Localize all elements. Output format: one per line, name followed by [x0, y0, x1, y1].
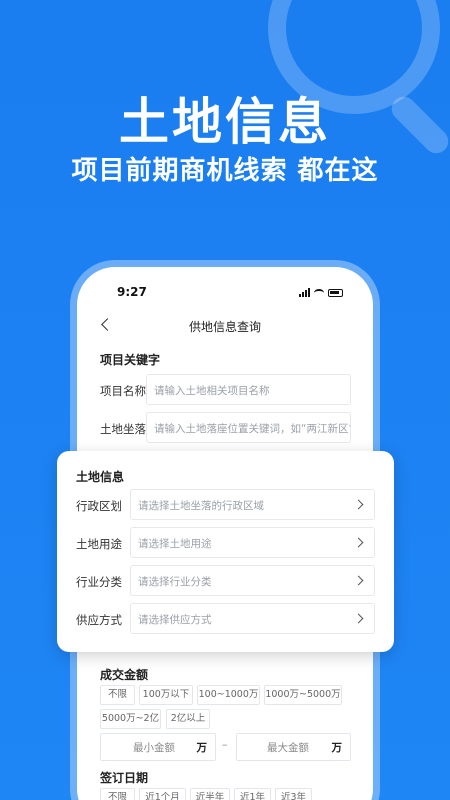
sign-date-title: 签订日期 [100, 771, 149, 785]
status-bar: 9:27 [77, 285, 373, 301]
admin-region-placeholder: 请选择土地坐落的行政区域 [138, 500, 264, 512]
max-amount-placeholder: 最大金额 [267, 742, 309, 754]
chevron-right-icon [353, 499, 364, 510]
banner-headline: 土地信息 [119, 93, 331, 151]
admin-region-select[interactable]: 请选择土地坐落的行政区域 [130, 489, 375, 520]
date-option-chip[interactable]: 近1年 [234, 788, 271, 800]
land-use-label: 土地用途 [76, 537, 122, 551]
signal-icon [299, 288, 310, 297]
chevron-right-icon [353, 613, 364, 624]
amount-option-chip[interactable]: 2亿以上 [166, 709, 210, 729]
min-amount-input[interactable]: 最小金额 万 [100, 733, 216, 761]
project-name-label: 项目名称 [100, 384, 146, 398]
deal-amount-title: 成交金额 [100, 668, 149, 682]
keywords-section-title: 项目关键字 [100, 353, 161, 367]
status-time: 9:27 [117, 285, 147, 299]
amount-option-chip[interactable]: 5000万~2亿 [100, 709, 161, 729]
admin-region-label: 行政区划 [76, 499, 122, 513]
min-amount-unit: 万 [196, 742, 208, 754]
chevron-right-icon [353, 575, 364, 586]
max-amount-input[interactable]: 最大金额 万 [236, 733, 351, 761]
min-amount-placeholder: 最小金额 [133, 742, 175, 754]
amount-option-chip[interactable]: 1000万~5000万 [264, 685, 342, 705]
date-option-chip[interactable]: 近3年 [275, 788, 312, 800]
date-option-chip[interactable]: 近1个月 [139, 788, 186, 800]
industry-label: 行业分类 [76, 575, 122, 589]
status-icons [299, 288, 343, 297]
land-info-card: 土地信息 行政区划 请选择土地坐落的行政区域 土地用途 请选择土地用途 行业分类… [57, 451, 394, 652]
wifi-icon [314, 289, 324, 297]
date-option-chip[interactable]: 近半年 [190, 788, 230, 800]
land-use-select[interactable]: 请选择土地用途 [130, 527, 375, 558]
supply-method-placeholder: 请选择供应方式 [138, 614, 212, 626]
industry-placeholder: 请选择行业分类 [138, 576, 212, 588]
land-location-input[interactable]: 请输入土地落座位置关键词，如“两江新区” [146, 412, 351, 443]
chevron-right-icon [353, 537, 364, 548]
industry-select[interactable]: 请选择行业分类 [130, 565, 375, 596]
land-info-title: 土地信息 [76, 470, 125, 484]
amount-option-chip[interactable]: 不限 [100, 685, 135, 705]
page-title: 供地信息查询 [188, 320, 261, 334]
amount-range-separator: – [222, 738, 228, 751]
banner-subline: 项目前期商机线索 都在这 [71, 156, 379, 186]
project-name-placeholder: 请输入土地相关项目名称 [154, 385, 270, 397]
supply-method-label: 供应方式 [76, 613, 122, 627]
land-use-placeholder: 请选择土地用途 [138, 538, 212, 550]
land-location-placeholder: 请输入土地落座位置关键词，如“两江新区” [154, 423, 351, 435]
project-name-input[interactable]: 请输入土地相关项目名称 [146, 374, 351, 405]
amount-option-chip[interactable]: 100万以下 [139, 685, 193, 705]
nav-bar: 供地信息查询 [77, 317, 373, 339]
amount-option-chip[interactable]: 100~1000万 [197, 685, 260, 705]
date-option-chip[interactable]: 不限 [100, 788, 135, 800]
battery-icon [328, 289, 343, 297]
supply-method-select[interactable]: 请选择供应方式 [130, 603, 375, 634]
max-amount-unit: 万 [331, 742, 343, 754]
land-location-label: 土地坐落 [100, 422, 146, 436]
